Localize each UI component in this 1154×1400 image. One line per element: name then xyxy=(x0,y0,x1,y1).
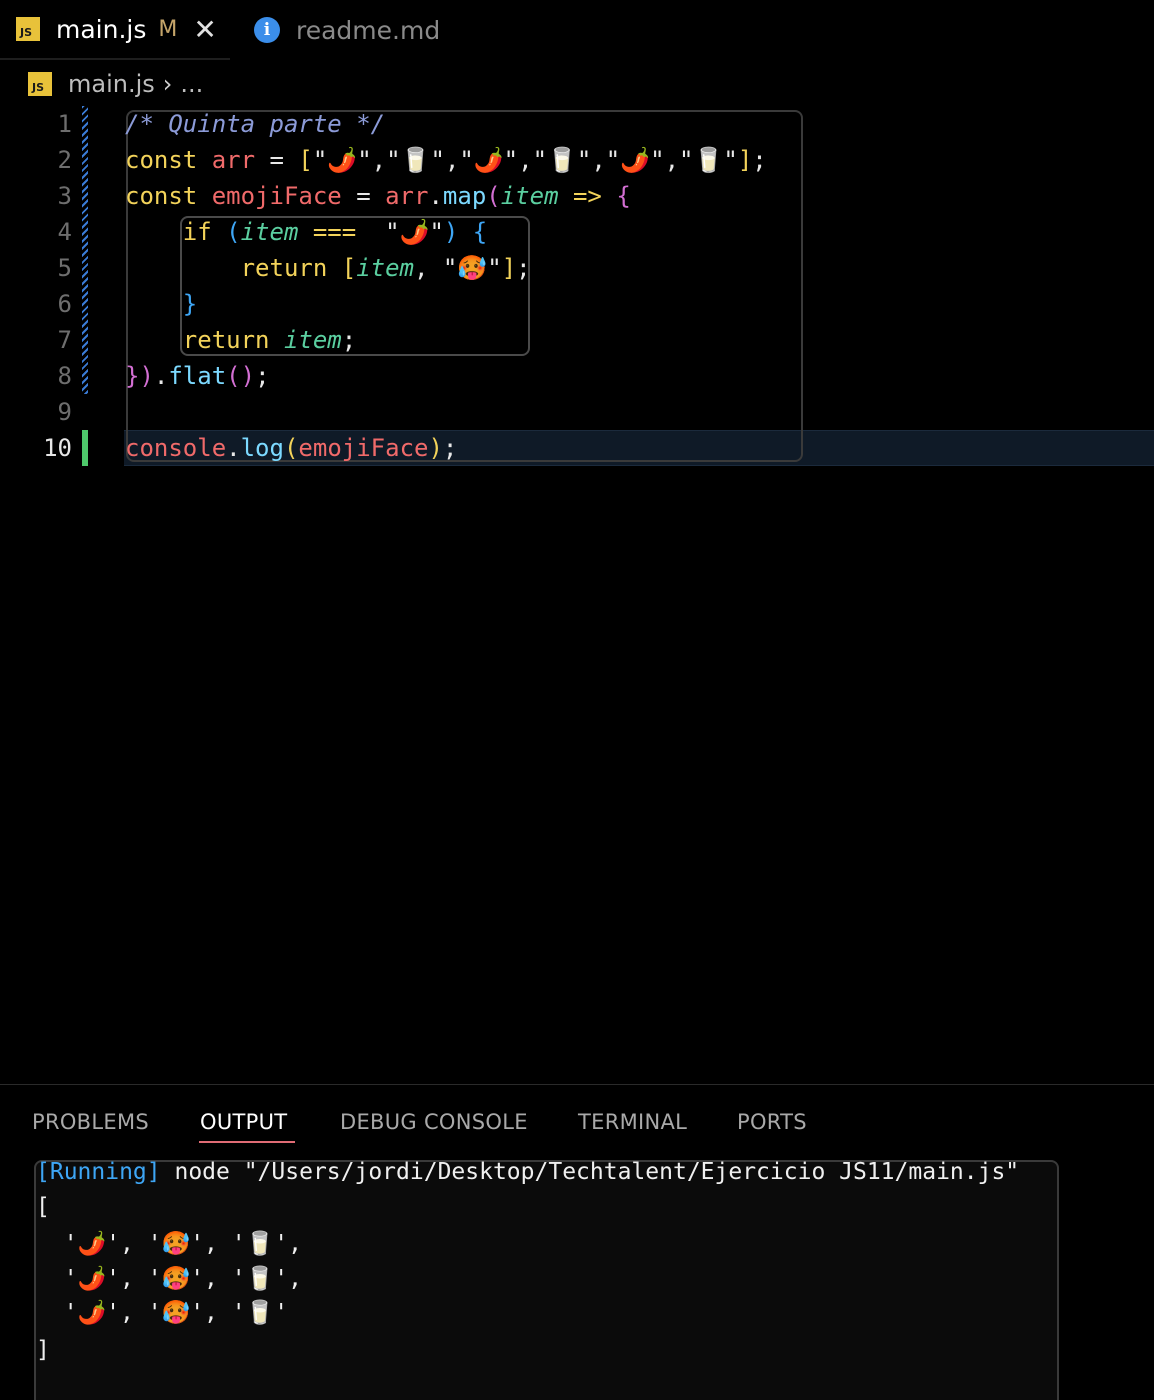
line-number: 7 xyxy=(57,326,72,354)
comment: /* Quinta parte */ xyxy=(125,110,386,138)
diff-modified-marker[interactable] xyxy=(82,106,88,394)
output-line: '🌶️', '🥵', '🥛', xyxy=(36,1231,302,1257)
brace: { xyxy=(472,218,488,246)
semicolon: ; xyxy=(341,326,357,354)
line-number: 5 xyxy=(57,254,72,282)
modified-badge: M xyxy=(158,16,178,42)
paren: ( xyxy=(486,182,501,210)
code-line[interactable]: const emojiFace = arr.map(item => { xyxy=(125,178,631,214)
parameter: item xyxy=(356,254,414,282)
breadcrumb-more[interactable]: ... xyxy=(180,70,203,98)
variable: emojiFace xyxy=(211,182,342,210)
output-line: [ xyxy=(36,1194,50,1220)
operator: === xyxy=(298,218,371,246)
bracket: ] xyxy=(737,146,753,174)
parameter: item xyxy=(240,218,299,246)
semicolon: ; xyxy=(516,254,531,282)
variable: arr xyxy=(211,146,256,174)
arrow: => xyxy=(558,182,617,210)
object: console xyxy=(125,434,227,462)
string: "🌶️" xyxy=(385,218,444,246)
code-line[interactable]: return item; xyxy=(125,322,356,358)
keyword: const xyxy=(125,146,198,174)
object: arr xyxy=(385,182,429,210)
semicolon: ; xyxy=(752,146,767,174)
keyword: if xyxy=(182,218,212,246)
command-text: node "/Users/jordi/Desktop/Techtalent/Ej… xyxy=(160,1159,1020,1185)
brace: } xyxy=(182,290,198,318)
paren: ( xyxy=(226,218,241,246)
keyword: return xyxy=(240,254,328,282)
output-line: '🌶️', '🥵', '🥛', xyxy=(36,1266,302,1292)
tab-debug-console[interactable]: DEBUG CONSOLE xyxy=(340,1085,528,1145)
tab-readme-md[interactable]: i readme.md xyxy=(250,0,440,60)
line-number: 8 xyxy=(57,362,72,390)
dot: . xyxy=(153,362,169,390)
paren: ) xyxy=(428,434,443,462)
output-command-line: [Running] node "/Users/jordi/Desktop/Tec… xyxy=(36,1155,1019,1189)
output-line: ] xyxy=(36,1337,50,1363)
close-icon[interactable]: ✕ xyxy=(193,13,216,46)
code-line[interactable]: }).flat(); xyxy=(125,358,270,394)
code-line[interactable]: if (item === "🌶️") { xyxy=(125,214,487,250)
code-line[interactable]: console.log(emojiFace); xyxy=(125,430,457,466)
running-label: [Running] xyxy=(36,1159,161,1185)
paren: ( xyxy=(283,434,299,462)
active-tab-indicator xyxy=(199,1141,295,1143)
info-icon: i xyxy=(254,17,280,43)
paren: ) xyxy=(139,362,154,390)
function-name: flat xyxy=(168,362,227,390)
parameter: item xyxy=(500,182,559,210)
chevron-right-icon: › xyxy=(162,70,173,98)
operator: = xyxy=(255,146,299,174)
line-number-active: 10 xyxy=(43,434,72,462)
diff-added-marker[interactable] xyxy=(82,430,88,466)
function-name: log xyxy=(240,434,284,462)
editor-tab-bar: JS main.js M ✕ i readme.md xyxy=(0,0,1154,60)
paren: ) xyxy=(443,218,459,246)
string: "🥵" xyxy=(442,254,502,282)
javascript-file-icon: JS xyxy=(28,72,52,96)
code-line[interactable]: return [item, "🥵"]; xyxy=(125,250,531,286)
line-number: 6 xyxy=(57,290,72,318)
keyword: const xyxy=(125,182,198,210)
keyword: return xyxy=(182,326,270,354)
line-number: 4 xyxy=(57,218,72,246)
code-line[interactable]: const arr = ["🌶️","🥛","🌶️","🥛","🌶️","🥛"]… xyxy=(125,142,767,178)
breadcrumb: JS main.js › ... xyxy=(28,62,203,106)
semicolon: ; xyxy=(255,362,270,390)
tab-label: main.js xyxy=(56,14,147,44)
dot: . xyxy=(428,182,443,210)
bracket: [ xyxy=(341,254,357,282)
brace: { xyxy=(616,182,631,210)
dot: . xyxy=(226,434,241,462)
bracket: [ xyxy=(298,146,313,174)
output-line: '🌶️', '🥵', '🥛' xyxy=(36,1300,289,1326)
tab-problems[interactable]: PROBLEMS xyxy=(32,1085,149,1145)
code-line[interactable]: } xyxy=(125,286,197,322)
tab-terminal[interactable]: TERMINAL xyxy=(578,1085,687,1145)
line-number: 1 xyxy=(57,110,72,138)
bracket: ] xyxy=(501,254,517,282)
line-number: 9 xyxy=(57,398,72,426)
function-name: map xyxy=(442,182,487,210)
code-editor[interactable]: 1 2 3 4 5 6 7 8 9 10 /* Quinta parte */ … xyxy=(0,106,1154,1081)
string-list: "🌶️","🥛","🌶️","🥛","🌶️","🥛" xyxy=(312,146,738,174)
tab-main-js[interactable]: JS main.js M ✕ xyxy=(0,0,230,60)
semicolon: ; xyxy=(442,434,458,462)
line-number: 3 xyxy=(57,182,72,210)
tab-ports[interactable]: PORTS xyxy=(737,1085,807,1145)
comma: , xyxy=(414,254,443,282)
breadcrumb-file[interactable]: main.js xyxy=(68,70,155,98)
line-number: 2 xyxy=(57,146,72,174)
javascript-file-icon: JS xyxy=(16,17,40,41)
variable: emojiFace xyxy=(298,434,429,462)
tab-label: readme.md xyxy=(296,15,441,45)
parameter: item xyxy=(283,326,342,354)
code-line[interactable]: /* Quinta parte */ xyxy=(125,106,385,142)
paren: () xyxy=(226,362,256,390)
tab-output[interactable]: OUTPUT xyxy=(200,1085,287,1145)
brace: } xyxy=(125,362,140,390)
operator: = xyxy=(341,182,386,210)
